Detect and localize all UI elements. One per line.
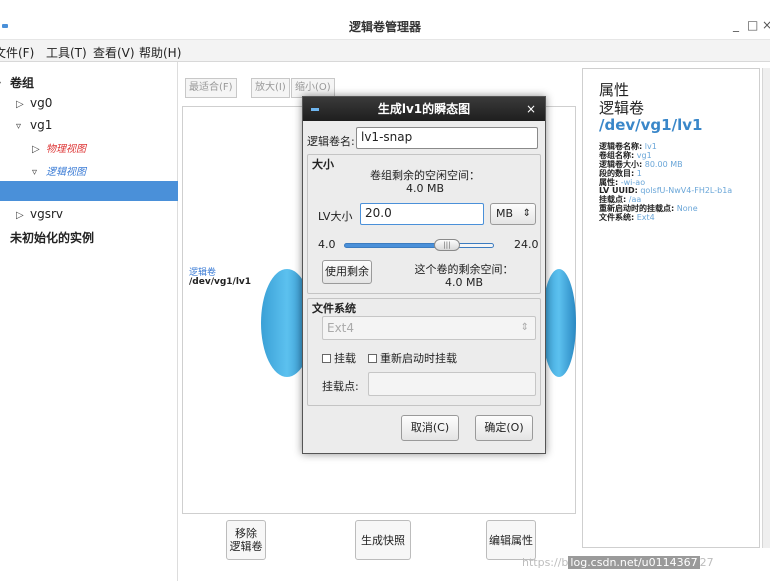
collapse-arrow-icon[interactable]: ▷ — [16, 210, 30, 221]
expand-arrow-icon[interactable]: ▿ — [32, 167, 46, 178]
cancel-button[interactable]: 取消(C) — [401, 415, 459, 441]
remount-checkbox[interactable]: 重新启动时挂载 — [368, 350, 457, 366]
maximize-button[interactable]: □ — [747, 18, 758, 32]
volume-tree: ▿卷组 ▷vg0 ▿vg1 ▷物理视图 ▿逻辑视图 ▷vgsrv ›未初始化的实… — [0, 62, 178, 581]
lv-size-label: LV大小 — [318, 210, 353, 223]
logical-volume-cylinder-end[interactable] — [542, 269, 576, 377]
checkbox-icon[interactable] — [368, 354, 377, 363]
collapse-arrow-icon[interactable]: ▷ — [32, 144, 46, 155]
property-row: LV UUID: qolsfU-NwV4-FH2L-b1a — [599, 185, 733, 195]
expand-arrow-icon[interactable]: ▿ — [16, 121, 30, 132]
menu-tools[interactable]: 工具(T) — [46, 44, 87, 61]
filesystem-group: 文件系统 Ext4 ⇕ 挂载 重新启动时挂载 挂载点: — [307, 298, 541, 406]
checkbox-icon[interactable] — [322, 354, 331, 363]
tree-selection-highlight[interactable] — [0, 181, 178, 201]
mount-point-label: 挂载点: — [322, 380, 359, 393]
slider-min-label: 4.0 — [318, 238, 336, 251]
tree-item-vgsrv[interactable]: ▷ vgsrv — [16, 207, 63, 221]
best-fit-button[interactable]: 最适合(F) — [185, 78, 237, 98]
menu-bar: 文件(F) 工具(T) 查看(V) 帮助(H) — [0, 40, 770, 62]
property-row: 文件系统: Ext4 — [599, 213, 655, 223]
collapse-arrow-icon[interactable]: › — [0, 234, 10, 245]
tree-item-physical-view[interactable]: ▷ 物理视图 — [32, 140, 86, 155]
spin-arrows-icon: ⇕ — [520, 322, 529, 333]
menu-help[interactable]: 帮助(H) — [139, 44, 181, 61]
tree-item-vg1[interactable]: ▿ vg1 — [16, 118, 52, 132]
lv-size-input[interactable]: 20.0 — [360, 203, 484, 225]
menu-file[interactable]: 文件(F) — [0, 44, 34, 61]
dialog-title: 生成lv1的瞬态图 — [377, 102, 471, 116]
use-remaining-button[interactable]: 使用剩余 — [322, 260, 372, 284]
slider-max-label: 24.0 — [514, 238, 539, 251]
slider-thumb[interactable]: ||| — [434, 239, 460, 251]
properties-type: 逻辑卷 — [599, 99, 645, 117]
zoom-out-button[interactable]: 缩小(O) — [291, 78, 335, 98]
dialog-title-bar: 生成lv1的瞬态图 × — [303, 97, 545, 121]
remove-lv-button[interactable]: 移除 逻辑卷 — [226, 520, 266, 560]
unit-select[interactable]: MB ⇕ — [490, 203, 536, 225]
tree-item-logical-view[interactable]: ▿ 逻辑视图 — [32, 163, 86, 178]
minimize-button[interactable]: _ — [733, 18, 739, 32]
lv-path-label: /dev/vg1/lv1 — [189, 277, 252, 287]
lv-name-label: 逻辑卷名: — [307, 135, 355, 148]
mount-checkbox[interactable]: 挂载 — [322, 350, 356, 366]
tree-item-uninitialized[interactable]: ›未初始化的实例 — [0, 229, 94, 246]
snapshot-dialog: 生成lv1的瞬态图 × 逻辑卷名: lv1-snap 大小 卷组剩余的空闲空间：… — [302, 96, 546, 454]
properties-scrollbar[interactable] — [762, 68, 770, 548]
size-group: 大小 卷组剩余的空闲空间： 4.0 MB LV大小 20.0 MB ⇕ 4.0 … — [307, 154, 541, 294]
filesystem-group-title: 文件系统 — [312, 302, 356, 315]
close-button[interactable]: × — [762, 18, 770, 32]
properties-panel: 属性 逻辑卷 /dev/vg1/lv1 逻辑卷名称: lv1 卷组名称: vg1 逻… — [582, 68, 760, 548]
vg-free-value: 4.0 MB — [405, 182, 445, 195]
vg-free-label: 卷组剩余的空闲空间： — [370, 169, 480, 182]
filesystem-select[interactable]: Ext4 ⇕ — [322, 316, 536, 340]
dialog-close-icon[interactable]: × — [526, 97, 536, 121]
properties-path: /dev/vg1/lv1 — [599, 116, 703, 134]
vol-free-value: 4.0 MB — [444, 276, 484, 289]
lv-size-slider[interactable]: ||| — [344, 239, 494, 251]
tree-item-volume-groups[interactable]: ▿卷组 — [0, 74, 34, 91]
spin-arrows-icon: ⇕ — [522, 208, 531, 219]
watermark: https://b log.csdn.net/u0114367 27 — [522, 556, 714, 569]
vol-free-label: 这个卷的剩余空间： — [414, 263, 514, 276]
mount-point-input[interactable] — [368, 372, 536, 396]
snapshot-button[interactable]: 生成快照 — [355, 520, 411, 560]
window-title: 逻辑卷管理器 — [348, 20, 421, 34]
dialog-menu-icon[interactable] — [311, 108, 319, 111]
title-bar: 逻辑卷管理器 _ □ × — [0, 0, 770, 40]
ok-button[interactable]: 确定(O) — [475, 415, 533, 441]
menu-view[interactable]: 查看(V) — [93, 44, 135, 61]
tree-item-vg0[interactable]: ▷ vg0 — [16, 96, 52, 110]
expand-arrow-icon[interactable]: ▿ — [0, 79, 10, 90]
zoom-in-button[interactable]: 放大(I) — [251, 78, 290, 98]
lv-name-input[interactable]: lv1-snap — [356, 127, 538, 149]
edit-properties-button[interactable]: 编辑属性 — [486, 520, 536, 560]
collapse-arrow-icon[interactable]: ▷ — [16, 99, 30, 110]
